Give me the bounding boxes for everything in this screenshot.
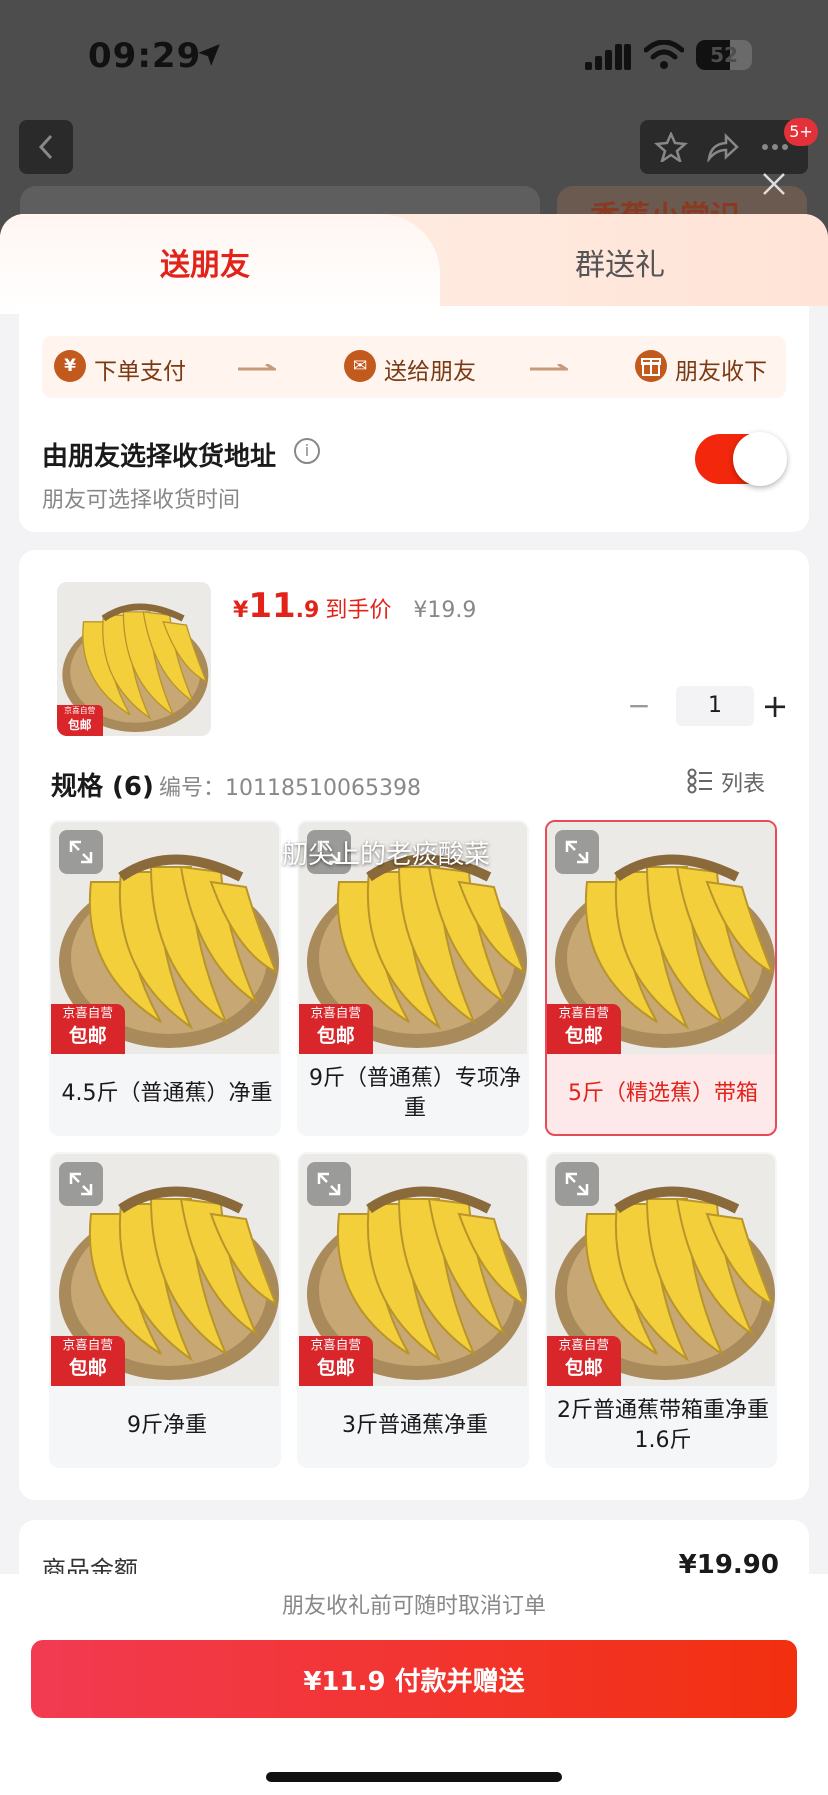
product-thumbnail[interactable]: 京喜自营 包邮 xyxy=(57,582,211,736)
jd-badge: 京喜自营 包邮 xyxy=(299,1003,373,1054)
quantity-input[interactable]: 1 xyxy=(676,686,754,726)
original-price: ¥19.9 xyxy=(413,598,477,623)
jd-badge: 京喜自营 包邮 xyxy=(51,1335,125,1386)
address-option-subtitle: 朋友可选择收货时间 xyxy=(42,488,241,513)
star-icon[interactable] xyxy=(654,132,688,162)
notification-badge: 5+ xyxy=(784,118,818,146)
jd-badge: 京喜自营 包邮 xyxy=(547,1003,621,1054)
flow-step-label: 送给朋友 xyxy=(384,359,476,385)
price-decimal: .9 xyxy=(295,598,320,623)
gift-sheet: 送朋友 群送礼 ¥ 下单支付 ✉ 送给朋友 朋友收下 由朋友选择收货地址 i 朋… xyxy=(0,214,828,1795)
increase-button[interactable]: + xyxy=(755,686,795,728)
address-option-title: 由朋友选择收货地址 xyxy=(42,442,277,472)
spec-label: 4.5斤（普通蕉）净重 xyxy=(61,1081,273,1106)
price-integer: 11 xyxy=(248,586,296,626)
list-view-label: 列表 xyxy=(721,772,766,797)
overlay-text: 舠尖上的老痰酸菜 xyxy=(282,840,491,870)
tab-bar: 送朋友 群送礼 xyxy=(0,214,828,314)
expand-icon[interactable] xyxy=(59,1162,103,1206)
spec-option[interactable]: 京喜自营 包邮 2斤普通蕉带箱重净重1.6斤 xyxy=(545,1152,777,1468)
battery-level: 52 xyxy=(710,43,738,67)
status-time: 09:29 xyxy=(88,36,202,76)
address-option-toggle[interactable] xyxy=(695,432,787,486)
spec-label: 9斤净重 xyxy=(127,1413,207,1438)
price-symbol: ¥ xyxy=(233,598,249,623)
jd-badge: 京喜自营 包邮 xyxy=(51,1003,125,1054)
expand-icon[interactable] xyxy=(555,830,599,874)
jd-badge: 京喜自营 包邮 xyxy=(299,1335,373,1386)
tab-send-friend-label[interactable]: 送朋友 xyxy=(160,240,250,284)
spec-option[interactable]: 京喜自营 包邮 4.5斤（普通蕉）净重 xyxy=(49,820,281,1136)
list-icon xyxy=(687,768,712,794)
expand-arrows-icon xyxy=(69,840,93,864)
status-bar: 09:29 52 xyxy=(0,0,828,110)
share-icon[interactable] xyxy=(706,132,740,162)
spec-label: 5斤（精选蕉）带箱 xyxy=(568,1081,758,1106)
quantity-stepper: − 1 + xyxy=(619,686,789,728)
top-actions xyxy=(640,120,808,174)
close-icon[interactable] xyxy=(758,168,790,200)
expand-arrows-icon xyxy=(565,1172,589,1196)
yen-icon: ¥ xyxy=(54,350,86,382)
flow-step-label: 下单支付 xyxy=(94,359,186,385)
expand-arrows-icon xyxy=(317,1172,341,1196)
toggle-knob xyxy=(733,432,787,486)
product-card: 京喜自营 包邮 ¥11.9 到手价 ¥19.9 − 1 + 规格 (6) 编号：10… xyxy=(19,550,809,1500)
product-code: 编号：10118510065398 xyxy=(159,776,421,801)
wifi-icon xyxy=(644,40,684,69)
expand-icon[interactable] xyxy=(555,1162,599,1206)
spec-title: 规格 (6) xyxy=(51,772,154,802)
spec-label: 2斤普通蕉带箱重净重1.6斤 xyxy=(557,1398,769,1453)
expand-arrows-icon xyxy=(69,1172,93,1196)
expand-arrows-icon xyxy=(565,840,589,864)
gift-flow-steps: ¥ 下单支付 ✉ 送给朋友 朋友收下 xyxy=(42,336,786,398)
cancel-note: 朋友收礼前可随时取消订单 xyxy=(281,1594,546,1619)
tab-group-gift-label[interactable]: 群送礼 xyxy=(575,240,665,284)
decrease-button[interactable]: − xyxy=(619,686,659,728)
location-arrow-icon xyxy=(198,44,220,66)
spec-option[interactable]: 京喜自营 包邮 9斤净重 xyxy=(49,1152,281,1468)
cellular-signal-icon xyxy=(585,44,631,70)
expand-icon[interactable] xyxy=(59,830,103,874)
spec-option[interactable]: 京喜自营 包邮 3斤普通蕉净重 xyxy=(297,1152,529,1468)
bottom-bar: 朋友收礼前可随时取消订单 ¥11.9 付款并赠送 xyxy=(0,1574,828,1795)
home-indicator xyxy=(266,1772,562,1782)
jd-badge: 京喜自营 包邮 xyxy=(547,1335,621,1386)
arrow-right-icon xyxy=(238,364,276,371)
info-icon[interactable]: i xyxy=(294,438,320,464)
battery-icon: 52 xyxy=(696,40,752,70)
expand-icon[interactable] xyxy=(307,1162,351,1206)
pay-and-gift-button[interactable]: ¥11.9 付款并赠送 xyxy=(31,1640,797,1718)
spec-label: 9斤（普通蕉）专项净重 xyxy=(309,1066,521,1121)
price-tag: 到手价 xyxy=(325,598,392,623)
wechat-icon: ✉ xyxy=(344,350,376,382)
gift-options-card: ¥ 下单支付 ✉ 送给朋友 朋友收下 由朋友选择收货地址 i 朋友可选择收货时间 xyxy=(19,306,809,532)
spec-option-selected[interactable]: 京喜自营 包邮 5斤（精选蕉）带箱 xyxy=(545,820,777,1136)
back-button[interactable] xyxy=(19,120,73,174)
arrow-right-icon xyxy=(530,364,568,371)
price-line: ¥11.9 到手价 ¥19.9 xyxy=(233,586,476,626)
chevron-left-icon xyxy=(38,134,53,160)
jd-badge: 京喜自营 包邮 xyxy=(57,704,103,736)
flow-step-label: 朋友收下 xyxy=(675,359,767,385)
gift-icon xyxy=(635,350,667,382)
spec-label: 3斤普通蕉净重 xyxy=(342,1413,488,1438)
